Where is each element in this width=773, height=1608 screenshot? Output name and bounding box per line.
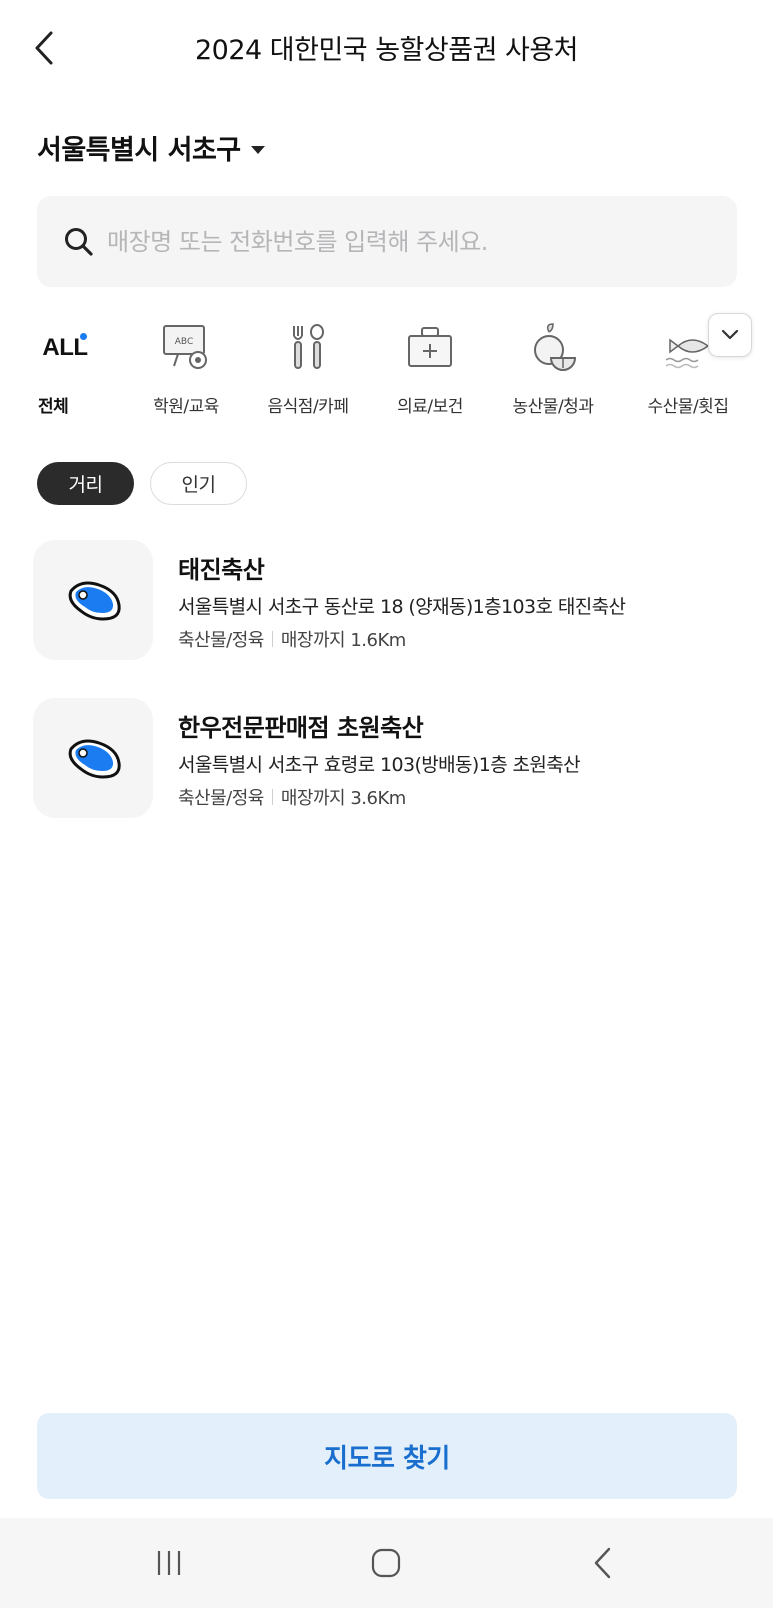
store-category: 축산물/정육 — [178, 630, 264, 651]
category-medical[interactable]: 의료/보건 — [365, 312, 495, 422]
store-name: 태진축산 — [178, 556, 265, 584]
store-name: 한우전문판매점 초원축산 — [178, 714, 424, 742]
store-category: 축산물/정육 — [178, 788, 264, 809]
category-label: 음식점/카페 — [267, 397, 349, 417]
fruit-icon — [525, 320, 581, 376]
sort-toggle: 거리 인기 — [37, 462, 247, 505]
category-label: 수산물/횟집 — [647, 397, 729, 417]
store-distance: 매장까지 3.6Km — [280, 788, 406, 809]
store-distance: 매장까지 1.6Km — [280, 630, 406, 651]
search-icon — [65, 227, 93, 256]
category-expand-button[interactable] — [708, 313, 752, 357]
store-address: 서울특별시 서초구 동산로 18 (양재동)1층103호 태진축산 — [178, 596, 626, 618]
recent-apps-button[interactable] — [139, 1538, 199, 1588]
caret-down-icon — [250, 145, 265, 154]
search-input[interactable] — [107, 227, 707, 256]
category-bar: ALL 전체 ABC 학원/교육 음식점/카페 의료/보건 농산물/청과 수산물… — [0, 312, 773, 422]
back-icon — [594, 1547, 611, 1579]
all-icon: ALL — [42, 333, 88, 361]
page-title: 2024 대한민국 농할상품권 사용처 — [194, 35, 579, 66]
store-thumbnail — [33, 540, 153, 660]
store-meta: 축산물/정육 매장까지 1.6Km — [178, 626, 406, 652]
meat-icon — [68, 739, 121, 779]
store-list: 태진축산 서울특별시 서초구 동산로 18 (양재동)1층103호 태진축산 축… — [0, 540, 773, 856]
sort-distance-button[interactable]: 거리 — [37, 462, 134, 505]
meta-divider — [271, 631, 273, 647]
category-label: 농산물/청과 — [512, 397, 594, 417]
system-nav-bar — [0, 1518, 773, 1608]
active-dot — [80, 333, 87, 340]
chevron-down-icon — [721, 329, 739, 340]
medical-kit-icon — [402, 320, 458, 376]
store-address: 서울특별시 서초구 효령로 103(방배동)1층 초원축산 — [178, 754, 581, 776]
category-produce[interactable]: 농산물/청과 — [488, 312, 618, 422]
fork-spoon-icon — [280, 320, 336, 376]
search-bar[interactable] — [37, 196, 737, 287]
category-all[interactable]: ALL 전체 — [0, 312, 130, 422]
category-label: 의료/보건 — [397, 397, 463, 417]
home-button[interactable] — [356, 1538, 416, 1588]
meta-divider — [271, 789, 273, 805]
header: 2024 대한민국 농할상품권 사용처 — [0, 0, 773, 96]
region-label: 서울특별시 서초구 — [37, 135, 241, 166]
store-item[interactable]: 한우전문판매점 초원축산 서울특별시 서초구 효령로 103(방배동)1층 초원… — [0, 698, 773, 856]
category-label: 전체 — [38, 397, 69, 417]
find-on-map-button[interactable]: 지도로 찾기 — [37, 1413, 737, 1499]
meat-icon — [68, 581, 121, 621]
store-meta: 축산물/정육 매장까지 3.6Km — [178, 784, 406, 810]
abc-board-icon: ABC — [158, 320, 214, 376]
category-label: 학원/교육 — [153, 397, 219, 417]
recent-apps-icon — [157, 1551, 181, 1575]
region-selector[interactable]: 서울특별시 서초구 — [37, 128, 265, 167]
store-thumbnail — [33, 698, 153, 818]
category-education[interactable]: ABC 학원/교육 — [121, 312, 251, 422]
system-back-button[interactable] — [572, 1538, 632, 1588]
sort-popular-button[interactable]: 인기 — [150, 462, 247, 505]
category-restaurant[interactable]: 음식점/카페 — [243, 312, 373, 422]
home-icon — [371, 1548, 401, 1578]
store-item[interactable]: 태진축산 서울특별시 서초구 동산로 18 (양재동)1층103호 태진축산 축… — [0, 540, 773, 698]
svg-text:ABC: ABC — [175, 337, 193, 347]
